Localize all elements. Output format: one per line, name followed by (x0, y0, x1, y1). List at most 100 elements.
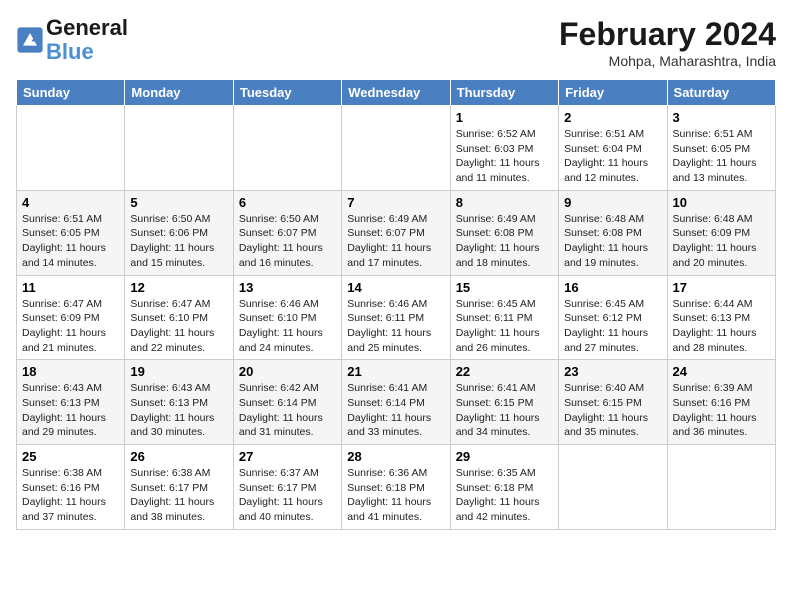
calendar-cell (17, 106, 125, 191)
calendar-cell: 12 Sunrise: 6:47 AM Sunset: 6:10 PM Dayli… (125, 275, 233, 360)
day-number: 15 (456, 280, 553, 295)
column-header-monday: Monday (125, 80, 233, 106)
week-row-3: 18 Sunrise: 6:43 AM Sunset: 6:13 PM Dayli… (17, 360, 776, 445)
calendar-cell: 11 Sunrise: 6:47 AM Sunset: 6:09 PM Dayli… (17, 275, 125, 360)
day-number: 4 (22, 195, 119, 210)
day-info: Sunrise: 6:39 AM Sunset: 6:16 PM Dayligh… (673, 381, 770, 440)
title-area: February 2024 Mohpa, Maharashtra, India (559, 16, 776, 69)
calendar-cell (342, 106, 450, 191)
calendar-cell: 17 Sunrise: 6:44 AM Sunset: 6:13 PM Dayli… (667, 275, 775, 360)
calendar-cell: 4 Sunrise: 6:51 AM Sunset: 6:05 PM Daylig… (17, 190, 125, 275)
day-info: Sunrise: 6:45 AM Sunset: 6:12 PM Dayligh… (564, 297, 661, 356)
day-info: Sunrise: 6:43 AM Sunset: 6:13 PM Dayligh… (130, 381, 227, 440)
day-number: 26 (130, 449, 227, 464)
calendar-cell: 1 Sunrise: 6:52 AM Sunset: 6:03 PM Daylig… (450, 106, 558, 191)
column-header-tuesday: Tuesday (233, 80, 341, 106)
day-info: Sunrise: 6:51 AM Sunset: 6:05 PM Dayligh… (22, 212, 119, 271)
calendar-cell: 9 Sunrise: 6:48 AM Sunset: 6:08 PM Daylig… (559, 190, 667, 275)
day-number: 2 (564, 110, 661, 125)
calendar-cell (125, 106, 233, 191)
logo-general: General (46, 15, 128, 40)
calendar-cell (667, 445, 775, 530)
calendar-cell (233, 106, 341, 191)
day-number: 20 (239, 364, 336, 379)
calendar-cell: 14 Sunrise: 6:46 AM Sunset: 6:11 PM Dayli… (342, 275, 450, 360)
day-number: 6 (239, 195, 336, 210)
column-header-friday: Friday (559, 80, 667, 106)
day-info: Sunrise: 6:38 AM Sunset: 6:16 PM Dayligh… (22, 466, 119, 525)
calendar-cell: 24Sunrise: 6:39 AM Sunset: 6:16 PM Dayli… (667, 360, 775, 445)
logo-blue: Blue (46, 39, 94, 64)
day-info: Sunrise: 6:49 AM Sunset: 6:08 PM Dayligh… (456, 212, 553, 271)
location: Mohpa, Maharashtra, India (559, 53, 776, 69)
day-number: 19 (130, 364, 227, 379)
day-number: 7 (347, 195, 444, 210)
day-info: Sunrise: 6:44 AM Sunset: 6:13 PM Dayligh… (673, 297, 770, 356)
day-info: Sunrise: 6:42 AM Sunset: 6:14 PM Dayligh… (239, 381, 336, 440)
calendar-cell: 18 Sunrise: 6:43 AM Sunset: 6:13 PM Dayli… (17, 360, 125, 445)
day-number: 5 (130, 195, 227, 210)
month-title: February 2024 (559, 16, 776, 53)
day-info: Sunrise: 6:50 AM Sunset: 6:07 PM Dayligh… (239, 212, 336, 271)
calendar-header-row: SundayMondayTuesdayWednesdayThursdayFrid… (17, 80, 776, 106)
day-number: 29 (456, 449, 553, 464)
day-info: Sunrise: 6:41 AM Sunset: 6:15 PM Dayligh… (456, 381, 553, 440)
calendar-cell: 25 Sunrise: 6:38 AM Sunset: 6:16 PM Dayli… (17, 445, 125, 530)
day-info: Sunrise: 6:51 AM Sunset: 6:05 PM Dayligh… (673, 127, 770, 186)
day-number: 17 (673, 280, 770, 295)
day-info: Sunrise: 6:43 AM Sunset: 6:13 PM Dayligh… (22, 381, 119, 440)
calendar-cell: 8 Sunrise: 6:49 AM Sunset: 6:08 PM Daylig… (450, 190, 558, 275)
week-row-1: 4 Sunrise: 6:51 AM Sunset: 6:05 PM Daylig… (17, 190, 776, 275)
day-number: 11 (22, 280, 119, 295)
calendar-cell: 26 Sunrise: 6:38 AM Sunset: 6:17 PM Dayli… (125, 445, 233, 530)
day-number: 16 (564, 280, 661, 295)
calendar-cell: 19 Sunrise: 6:43 AM Sunset: 6:13 PM Dayli… (125, 360, 233, 445)
calendar-cell: 2 Sunrise: 6:51 AM Sunset: 6:04 PM Daylig… (559, 106, 667, 191)
day-info: Sunrise: 6:47 AM Sunset: 6:09 PM Dayligh… (22, 297, 119, 356)
day-number: 10 (673, 195, 770, 210)
calendar-cell: 23 Sunrise: 6:40 AM Sunset: 6:15 PM Dayli… (559, 360, 667, 445)
day-info: Sunrise: 6:50 AM Sunset: 6:06 PM Dayligh… (130, 212, 227, 271)
day-number: 1 (456, 110, 553, 125)
calendar-cell: 7Sunrise: 6:49 AM Sunset: 6:07 PM Daylig… (342, 190, 450, 275)
day-info: Sunrise: 6:52 AM Sunset: 6:03 PM Dayligh… (456, 127, 553, 186)
day-info: Sunrise: 6:51 AM Sunset: 6:04 PM Dayligh… (564, 127, 661, 186)
day-number: 9 (564, 195, 661, 210)
day-info: Sunrise: 6:41 AM Sunset: 6:14 PM Dayligh… (347, 381, 444, 440)
day-info: Sunrise: 6:37 AM Sunset: 6:17 PM Dayligh… (239, 466, 336, 525)
calendar-cell: 5 Sunrise: 6:50 AM Sunset: 6:06 PM Daylig… (125, 190, 233, 275)
day-info: Sunrise: 6:46 AM Sunset: 6:11 PM Dayligh… (347, 297, 444, 356)
calendar-cell (559, 445, 667, 530)
calendar: SundayMondayTuesdayWednesdayThursdayFrid… (16, 79, 776, 530)
calendar-cell: 21 Sunrise: 6:41 AM Sunset: 6:14 PM Dayli… (342, 360, 450, 445)
day-info: Sunrise: 6:48 AM Sunset: 6:08 PM Dayligh… (564, 212, 661, 271)
column-header-wednesday: Wednesday (342, 80, 450, 106)
day-number: 18 (22, 364, 119, 379)
calendar-cell: 29 Sunrise: 6:35 AM Sunset: 6:18 PM Dayli… (450, 445, 558, 530)
day-number: 12 (130, 280, 227, 295)
calendar-cell: 22Sunrise: 6:41 AM Sunset: 6:15 PM Dayli… (450, 360, 558, 445)
day-info: Sunrise: 6:35 AM Sunset: 6:18 PM Dayligh… (456, 466, 553, 525)
day-info: Sunrise: 6:47 AM Sunset: 6:10 PM Dayligh… (130, 297, 227, 356)
day-number: 27 (239, 449, 336, 464)
day-number: 14 (347, 280, 444, 295)
week-row-4: 25 Sunrise: 6:38 AM Sunset: 6:16 PM Dayli… (17, 445, 776, 530)
day-number: 3 (673, 110, 770, 125)
day-number: 25 (22, 449, 119, 464)
day-number: 23 (564, 364, 661, 379)
calendar-cell: 27 Sunrise: 6:37 AM Sunset: 6:17 PM Dayli… (233, 445, 341, 530)
logo: General Blue (16, 16, 128, 64)
day-info: Sunrise: 6:46 AM Sunset: 6:10 PM Dayligh… (239, 297, 336, 356)
calendar-cell: 20 Sunrise: 6:42 AM Sunset: 6:14 PM Dayli… (233, 360, 341, 445)
calendar-cell: 3 Sunrise: 6:51 AM Sunset: 6:05 PM Daylig… (667, 106, 775, 191)
day-number: 13 (239, 280, 336, 295)
calendar-cell: 10Sunrise: 6:48 AM Sunset: 6:09 PM Dayli… (667, 190, 775, 275)
column-header-saturday: Saturday (667, 80, 775, 106)
day-number: 28 (347, 449, 444, 464)
calendar-cell: 15Sunrise: 6:45 AM Sunset: 6:11 PM Dayli… (450, 275, 558, 360)
day-info: Sunrise: 6:40 AM Sunset: 6:15 PM Dayligh… (564, 381, 661, 440)
day-info: Sunrise: 6:38 AM Sunset: 6:17 PM Dayligh… (130, 466, 227, 525)
calendar-cell: 16 Sunrise: 6:45 AM Sunset: 6:12 PM Dayli… (559, 275, 667, 360)
day-number: 8 (456, 195, 553, 210)
day-number: 21 (347, 364, 444, 379)
